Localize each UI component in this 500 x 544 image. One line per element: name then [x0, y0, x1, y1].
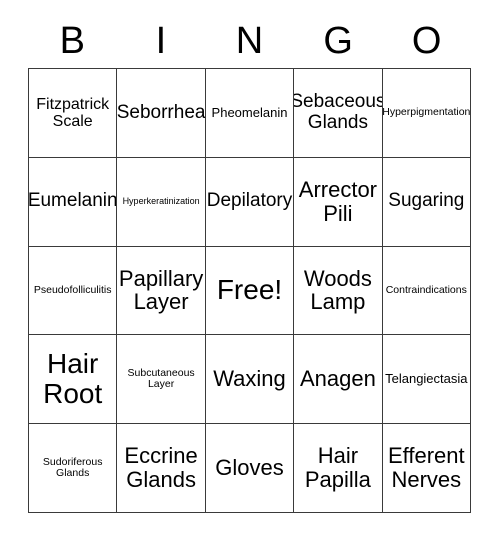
bingo-cell-label: Subcutaneous Layer [127, 366, 195, 391]
bingo-cell-g2[interactable]: Arrector Pili [294, 157, 383, 247]
bingo-cell-label: Waxing [213, 366, 286, 392]
bingo-cell-i2[interactable]: Hyperkeratinization [117, 157, 206, 247]
bingo-card: B I N G O Fitzpatrick Scale Seborrhea Ph… [0, 0, 500, 544]
bingo-cell-g1[interactable]: Sebaceous Glands [294, 69, 383, 158]
bingo-header-letter-o: O [411, 20, 442, 62]
bingo-cell-label: Arrector Pili [298, 176, 378, 226]
bingo-cell-label: Hair Root [43, 348, 103, 410]
bingo-cell-o1[interactable]: Hyperpigmentation [382, 69, 471, 158]
bingo-cell-label: Eumelanin [29, 190, 118, 212]
bingo-cell-label: Hyperkeratinization [122, 195, 200, 206]
bingo-cell-label: Sudoriferous Glands [42, 455, 103, 480]
bingo-cell-label: Sugaring [388, 190, 465, 212]
bingo-cell-label: Anagen [299, 366, 376, 392]
bingo-cell-b2[interactable]: Eumelanin [29, 157, 118, 247]
free-space-label: Free! [216, 274, 283, 306]
bingo-cell-label: Hyperpigmentation [382, 106, 471, 119]
bingo-cell-label: Sebaceous Glands [294, 91, 383, 133]
bingo-cell-label: Seborrhea [117, 101, 206, 123]
bingo-cell-n5[interactable]: Gloves [205, 424, 295, 513]
bingo-cell-i4[interactable]: Subcutaneous Layer [117, 335, 206, 425]
bingo-cell-b3[interactable]: Pseudofolliculitis [29, 246, 118, 336]
bingo-cell-label: Hair Papilla [304, 443, 371, 493]
bingo-cell-o4[interactable]: Telangiectasia [382, 335, 471, 425]
bingo-cell-label: Gloves [215, 455, 284, 481]
bingo-cell-label: Eccrine Glands [124, 443, 198, 493]
bingo-cell-label: Contraindications [385, 283, 467, 296]
bingo-cell-label: Telangiectasia [385, 371, 468, 387]
bingo-cell-n1[interactable]: Pheomelanin [205, 69, 295, 158]
bingo-header-letter-i: I [155, 20, 167, 62]
bingo-cell-label: Efferent Nerves [387, 443, 465, 493]
bingo-cell-label: Pseudofolliculitis [33, 283, 112, 296]
bingo-cell-g4[interactable]: Anagen [294, 335, 383, 425]
bingo-header-letter-g: G [323, 20, 353, 62]
bingo-cell-label: Fitzpatrick Scale [36, 95, 110, 130]
bingo-grid: Fitzpatrick Scale Seborrhea Pheomelanin … [28, 68, 471, 513]
bingo-cell-n4[interactable]: Waxing [205, 335, 295, 425]
bingo-cell-b5[interactable]: Sudoriferous Glands [29, 424, 118, 513]
bingo-cell-i3[interactable]: Papillary Layer [117, 246, 206, 336]
bingo-cell-label: Papillary Layer [118, 265, 204, 315]
bingo-cell-o5[interactable]: Efferent Nerves [382, 424, 471, 513]
bingo-header-row: B I N G O [28, 14, 471, 68]
bingo-cell-label: Pheomelanin [211, 104, 288, 120]
bingo-cell-o3[interactable]: Contraindications [382, 246, 471, 336]
bingo-cell-label: Woods Lamp [303, 265, 372, 315]
bingo-cell-free-space[interactable]: Free! [205, 246, 295, 336]
bingo-cell-b4[interactable]: Hair Root [29, 335, 118, 425]
bingo-cell-label: Depilatory [206, 190, 293, 212]
bingo-cell-i1[interactable]: Seborrhea [117, 69, 206, 158]
bingo-cell-o2[interactable]: Sugaring [382, 157, 471, 247]
bingo-cell-g5[interactable]: Hair Papilla [294, 424, 383, 513]
bingo-cell-i5[interactable]: Eccrine Glands [117, 424, 206, 513]
bingo-header-letter-n: N [235, 20, 264, 62]
bingo-cell-b1[interactable]: Fitzpatrick Scale [29, 69, 118, 158]
bingo-cell-g3[interactable]: Woods Lamp [294, 246, 383, 336]
bingo-header-letter-b: B [59, 20, 85, 62]
bingo-cell-n2[interactable]: Depilatory [205, 157, 295, 247]
